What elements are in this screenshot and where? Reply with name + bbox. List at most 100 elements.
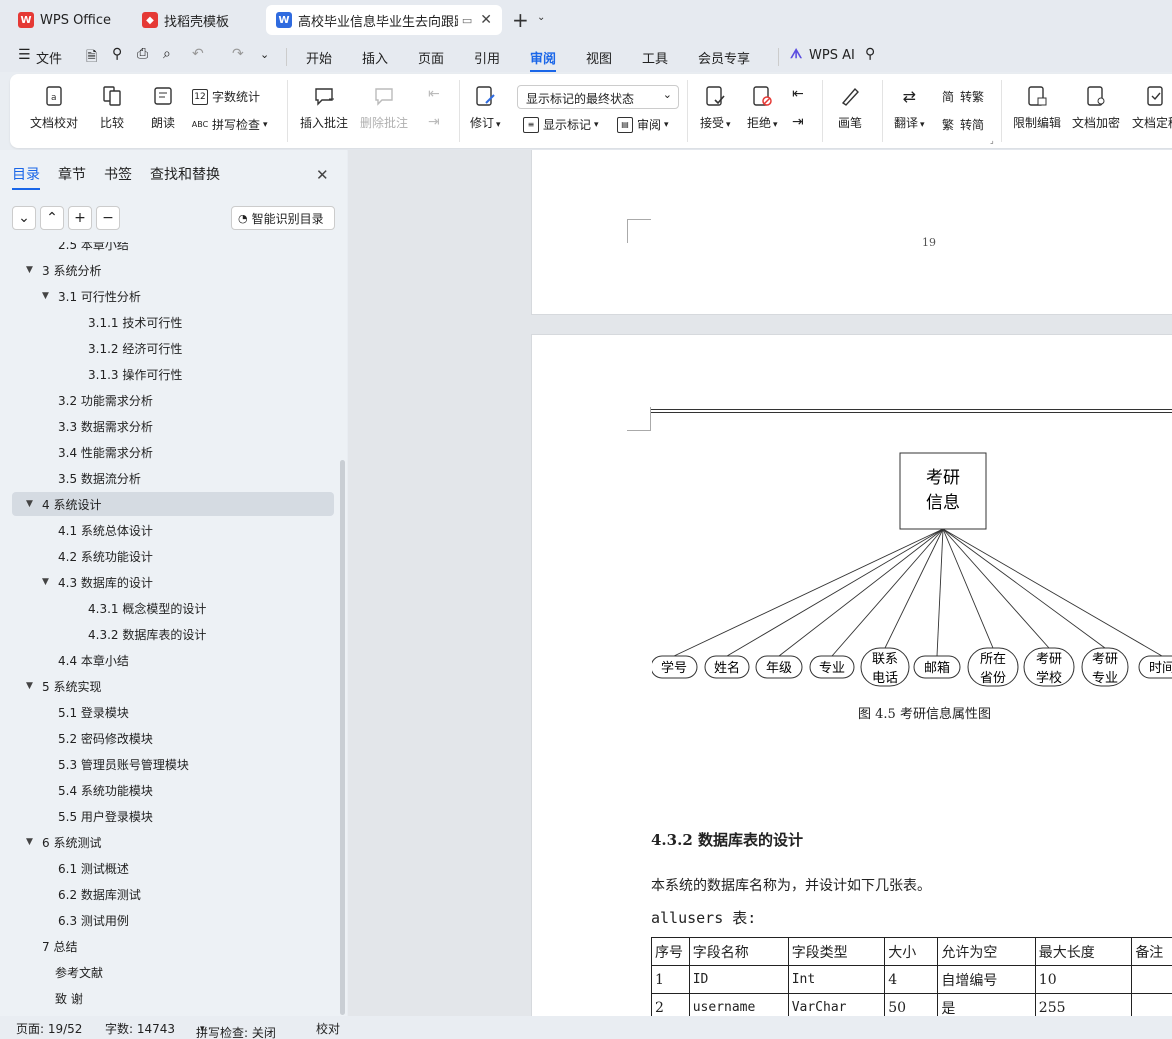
review-pane-button[interactable]: ▤ 审阅 ▾ xyxy=(617,116,669,133)
toc-item[interactable]: 3.3 数据需求分析 xyxy=(12,414,334,438)
toc-item[interactable]: 5.4 系统功能模块 xyxy=(12,778,334,802)
markup-mode-select[interactable]: 显示标记的最终状态 ⌄ xyxy=(517,85,679,109)
toc-expand-arrow-icon[interactable]: ▼ xyxy=(42,577,52,587)
toc-expand-arrow-icon[interactable]: ▼ xyxy=(42,291,52,301)
toc-item[interactable]: 6.1 测试概述 xyxy=(12,856,334,880)
toc-item[interactable]: 4.3.1 概念模型的设计 xyxy=(12,596,334,620)
hamburger-icon[interactable]: ☰ xyxy=(18,47,31,63)
share-icon[interactable]: ⚲ xyxy=(112,46,122,62)
smart-toc-button[interactable]: ◔ 智能识别目录 xyxy=(231,206,335,230)
encrypt-doc-button[interactable]: 文档加密 xyxy=(1072,84,1120,131)
toc-item[interactable]: ▼ 5 系统实现 xyxy=(12,674,334,698)
prev-comment-icon[interactable]: ⇤ xyxy=(428,86,440,102)
tab-document[interactable]: W 高校毕业信息毕业生去向跟踪系统 ▭ ✕ xyxy=(266,5,502,35)
toc-item[interactable]: 4.3.2 数据库表的设计 xyxy=(12,622,334,646)
tab-toc[interactable]: 目录 xyxy=(12,164,40,190)
toc-item[interactable]: 3.1.2 经济可行性 xyxy=(12,336,334,360)
insert-comment-button[interactable]: 插入批注 xyxy=(300,84,348,131)
toc-item[interactable]: 5.1 登录模块 xyxy=(12,700,334,724)
toc-item[interactable]: 5.2 密码修改模块 xyxy=(12,726,334,750)
toc-item[interactable]: ▼ 3 系统分析 xyxy=(12,258,334,282)
finalize-doc-button[interactable]: 文档定稿 xyxy=(1132,84,1172,131)
delete-comment-button[interactable]: 删除批注 xyxy=(360,84,408,131)
quick-access-chevron-icon[interactable]: ⌄ xyxy=(260,48,269,61)
print-icon[interactable]: ⎙ xyxy=(137,46,148,62)
collapse-up-button[interactable]: ⌃ xyxy=(40,206,64,230)
next-comment-icon[interactable]: ⇥ xyxy=(428,114,440,130)
toc-item[interactable]: 3.5 数据流分析 xyxy=(12,466,334,490)
toc-item[interactable]: 3.1.3 操作可行性 xyxy=(12,362,334,386)
menu-page[interactable]: 页面 xyxy=(418,48,444,67)
redo-icon[interactable]: ↷ xyxy=(232,46,244,62)
to-traditional-button[interactable]: 简 转繁 xyxy=(940,88,984,105)
toc-item[interactable]: ▼ 4 系统设计 xyxy=(12,492,334,516)
toc-expand-arrow-icon[interactable]: ▼ xyxy=(26,265,36,275)
doc-check-button[interactable]: a 文档校对 xyxy=(30,84,78,131)
remove-heading-button[interactable]: − xyxy=(96,206,120,230)
toc-item[interactable]: 3.1.1 技术可行性 xyxy=(12,310,334,334)
track-changes-button[interactable]: 修订 ▾ xyxy=(470,84,501,131)
toc-item[interactable]: ▼ 4.3 数据库的设计 xyxy=(12,570,334,594)
toc-item[interactable]: 4.4 本章小结 xyxy=(12,648,334,672)
menu-wps-ai[interactable]: WPS AI xyxy=(809,48,855,63)
toc-item[interactable]: 5.3 管理员账号管理模块 xyxy=(12,752,334,776)
toc-item[interactable]: 6.2 数据库测试 xyxy=(12,882,334,906)
show-markup-button[interactable]: ≡ 显示标记 ▾ xyxy=(523,116,599,133)
toc-item[interactable]: 5.5 用户登录模块 xyxy=(12,804,334,828)
new-tab-icon[interactable]: + xyxy=(512,8,529,32)
menu-view[interactable]: 视图 xyxy=(586,48,612,67)
accept-button[interactable]: 接受 ▾ xyxy=(700,84,731,131)
tab-find-replace[interactable]: 查找和替换 xyxy=(150,164,220,190)
tab-bookmarks[interactable]: 书签 xyxy=(104,164,132,190)
page-indicator[interactable]: 页面: 19/52 xyxy=(16,1020,82,1037)
toc-scrollbar[interactable] xyxy=(340,460,345,1015)
add-heading-button[interactable]: + xyxy=(68,206,92,230)
read-aloud-button[interactable]: 朗读 xyxy=(151,84,175,131)
translate-button[interactable]: ⇄ 翻译 ▾ xyxy=(894,84,925,131)
dialog-launcher-icon[interactable]: ⌟ xyxy=(990,136,994,145)
toc-item[interactable]: 致 谢 xyxy=(12,986,334,1010)
expand-down-button[interactable]: ⌄ xyxy=(12,206,36,230)
menu-review[interactable]: 审阅 xyxy=(530,48,557,72)
toc-item[interactable]: 2.5 本章小结 xyxy=(12,242,334,256)
word-count-button[interactable]: 12 字数统计 xyxy=(192,88,260,105)
prev-change-icon[interactable]: ⇤ xyxy=(792,86,804,102)
next-change-icon[interactable]: ⇥ xyxy=(792,114,804,130)
toc-expand-arrow-icon[interactable]: ▼ xyxy=(26,837,36,847)
proofread-status[interactable]: 校对 xyxy=(316,1020,340,1037)
spell-check-button[interactable]: ABC 拼写检查 ▾ xyxy=(192,116,268,133)
search-icon[interactable]: ⚲ xyxy=(865,46,875,62)
close-pane-icon[interactable]: ✕ xyxy=(316,166,329,184)
menu-home[interactable]: 开始 xyxy=(306,48,332,67)
tab-chapters[interactable]: 章节 xyxy=(58,164,86,190)
undo-icon[interactable]: ↶ xyxy=(192,46,204,62)
toc-expand-arrow-icon[interactable]: ▼ xyxy=(26,499,36,509)
toc-item[interactable]: ▼ 3.1 可行性分析 xyxy=(12,284,334,308)
tab-list-chevron-icon[interactable]: ⌄ xyxy=(537,12,545,23)
toc-item[interactable]: 3.4 性能需求分析 xyxy=(12,440,334,464)
tab-wps-office[interactable]: W WPS Office xyxy=(8,5,124,35)
toc-item[interactable]: 6.3 测试用例 xyxy=(12,908,334,932)
tab-templates[interactable]: ◆ 找稻壳模板 xyxy=(132,5,260,35)
toc-item[interactable]: 4.2 系统功能设计 xyxy=(12,544,334,568)
pen-button[interactable]: 画笔 xyxy=(838,84,862,131)
menu-membership[interactable]: 会员专享 xyxy=(698,48,750,67)
word-count-indicator[interactable]: 字数: 14743 xyxy=(105,1020,175,1037)
compare-button[interactable]: 比较 xyxy=(100,84,124,131)
to-simplified-button[interactable]: 繁 转简 xyxy=(940,116,984,133)
toc-item[interactable]: 7 总结 xyxy=(12,934,334,958)
toc-item[interactable]: 3.2 功能需求分析 xyxy=(12,388,334,412)
menu-reference[interactable]: 引用 xyxy=(474,48,500,67)
toc-item[interactable]: ▼ 6 系统测试 xyxy=(12,830,334,854)
reject-button[interactable]: 拒绝 ▾ xyxy=(747,84,778,131)
restrict-edit-button[interactable]: 限制编辑 xyxy=(1013,84,1061,131)
toc-expand-arrow-icon[interactable]: ▼ xyxy=(26,681,36,691)
save-icon[interactable]: 🗎 xyxy=(86,46,97,70)
menu-insert[interactable]: 插入 xyxy=(362,48,388,67)
close-tab-icon[interactable]: ✕ xyxy=(480,12,492,28)
toc-item[interactable]: 参考文献 xyxy=(12,960,334,984)
print-preview-icon[interactable]: ⌕ xyxy=(163,46,171,62)
menu-file[interactable]: 文件 xyxy=(36,48,62,67)
menu-tools[interactable]: 工具 xyxy=(642,48,668,67)
toc-item[interactable]: 4.1 系统总体设计 xyxy=(12,518,334,542)
